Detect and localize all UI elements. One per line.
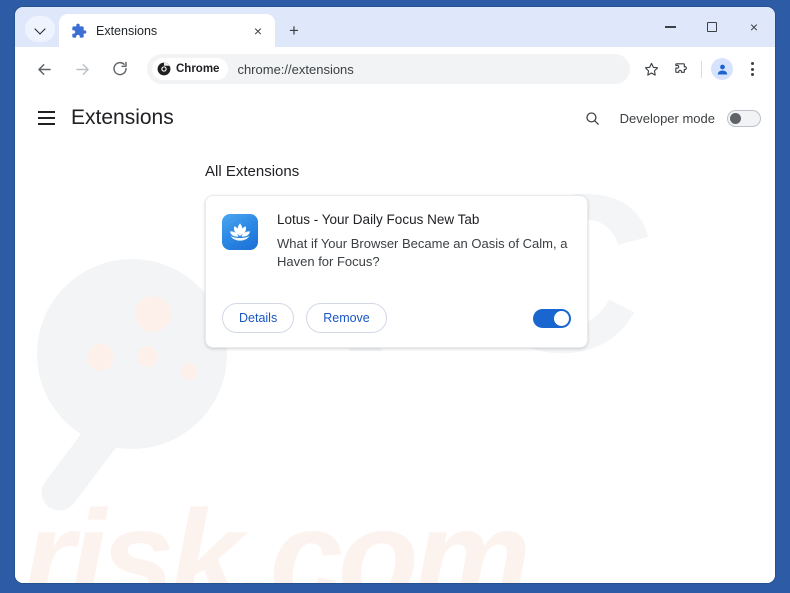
browser-menu-button[interactable] — [737, 54, 767, 84]
arrow-left-icon — [37, 63, 51, 75]
profile-button[interactable] — [707, 54, 737, 84]
lotus-icon — [230, 223, 250, 241]
extension-enable-toggle[interactable] — [533, 308, 571, 328]
maximize-button[interactable] — [691, 10, 733, 44]
maximize-icon — [707, 22, 717, 32]
watermark-dot — [87, 344, 114, 371]
star-icon — [644, 62, 658, 76]
back-button[interactable] — [29, 54, 59, 84]
chevron-down-icon — [36, 25, 45, 34]
search-extensions-button[interactable] — [576, 101, 610, 135]
toolbar-divider — [701, 60, 702, 78]
extension-card-actions: Details Remove — [222, 281, 571, 333]
tab-extensions[interactable]: Extensions × — [59, 14, 275, 47]
section-title: All Extensions — [205, 163, 300, 180]
extension-icon — [222, 214, 258, 250]
page-content: PC risk.com Extensions Developer mode — [15, 91, 775, 583]
arrow-right-icon — [75, 63, 89, 75]
minimize-button[interactable] — [649, 10, 691, 44]
avatar-icon — [717, 64, 727, 74]
watermark-dot — [181, 363, 198, 380]
tab-search-button[interactable] — [25, 16, 55, 42]
three-dot-menu-icon — [750, 62, 754, 76]
developer-mode-toggle[interactable] — [727, 109, 761, 127]
extensions-page-header: Extensions Developer mode — [15, 91, 775, 145]
browser-toolbar: Chrome chrome://extensions — [15, 47, 775, 91]
watermark-magnifier-handle — [34, 400, 136, 518]
watermark-dot — [137, 346, 158, 367]
browser-window: Extensions × + × Chrome chrome://extensi… — [14, 6, 776, 584]
chrome-chip-label: Chrome — [176, 63, 220, 75]
close-window-button[interactable]: × — [733, 10, 775, 44]
puzzle-outline-icon — [674, 62, 687, 73]
new-tab-button[interactable]: + — [280, 16, 308, 44]
chrome-chip: Chrome — [152, 58, 229, 80]
reload-button[interactable] — [105, 54, 135, 84]
address-bar-url: chrome://extensions — [237, 61, 354, 77]
search-icon — [586, 111, 599, 125]
extension-info: Lotus - Your Daily Focus New Tab What if… — [277, 212, 571, 272]
bookmark-button[interactable] — [636, 54, 666, 84]
window-controls: × — [649, 7, 775, 47]
tab-title: Extensions — [96, 23, 158, 38]
close-icon: × — [749, 19, 759, 35]
reload-icon — [113, 61, 127, 76]
toggle-knob — [730, 112, 741, 124]
watermark-site-text: risk.com — [23, 483, 531, 584]
extension-description: What if Your Browser Became an Oasis of … — [277, 236, 568, 270]
extensions-button[interactable] — [666, 54, 696, 84]
tab-strip: Extensions × + × — [15, 7, 775, 47]
developer-mode-label: Developer mode — [619, 110, 715, 126]
chrome-logo-icon — [157, 62, 171, 76]
extension-card: Lotus - Your Daily Focus New Tab What if… — [205, 195, 588, 348]
address-bar[interactable]: Chrome chrome://extensions — [147, 54, 630, 84]
avatar — [711, 58, 733, 80]
tab-close-button[interactable]: × — [247, 20, 269, 42]
extensions-list-container: All Extensions Lotus - Your Daily Focus … — [15, 145, 775, 348]
hamburger-icon[interactable] — [29, 101, 63, 135]
header-actions: Developer mode — [576, 101, 761, 135]
toggle-knob — [554, 310, 569, 326]
extension-card-header: Lotus - Your Daily Focus New Tab What if… — [222, 212, 571, 272]
minimize-icon — [664, 26, 676, 28]
puzzle-piece-icon — [72, 23, 87, 38]
extension-name: Lotus - Your Daily Focus New Tab — [277, 212, 480, 227]
page-title: Extensions — [71, 106, 174, 129]
details-button[interactable]: Details — [222, 303, 295, 333]
remove-button[interactable]: Remove — [306, 303, 387, 333]
forward-button[interactable] — [67, 54, 97, 84]
